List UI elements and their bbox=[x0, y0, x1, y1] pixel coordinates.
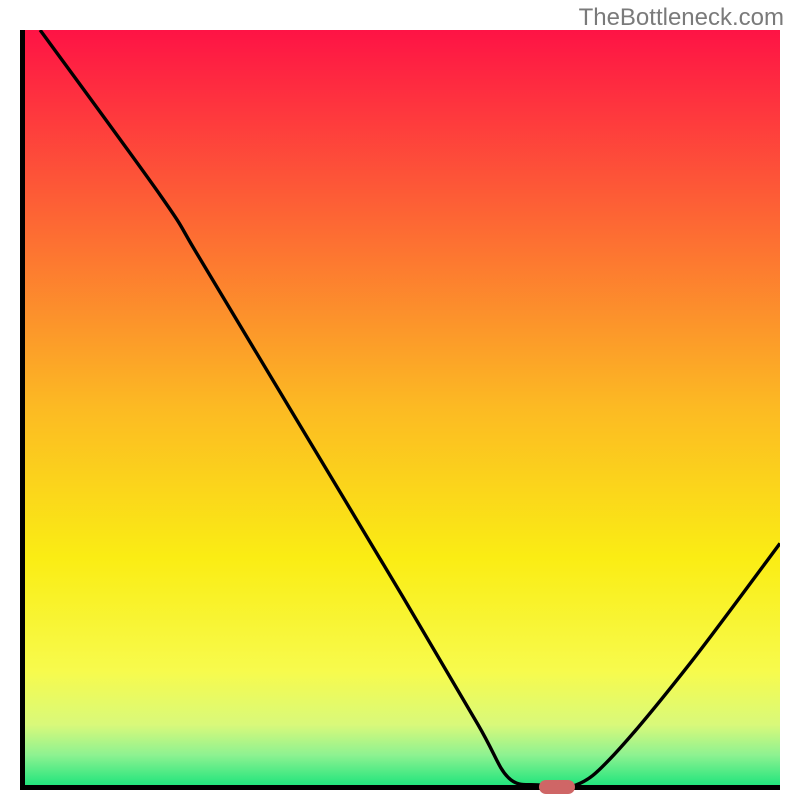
watermark-text: TheBottleneck.com bbox=[579, 4, 784, 32]
optimal-marker bbox=[539, 780, 575, 794]
plot-area bbox=[20, 30, 780, 790]
bottleneck-curve bbox=[25, 30, 780, 785]
